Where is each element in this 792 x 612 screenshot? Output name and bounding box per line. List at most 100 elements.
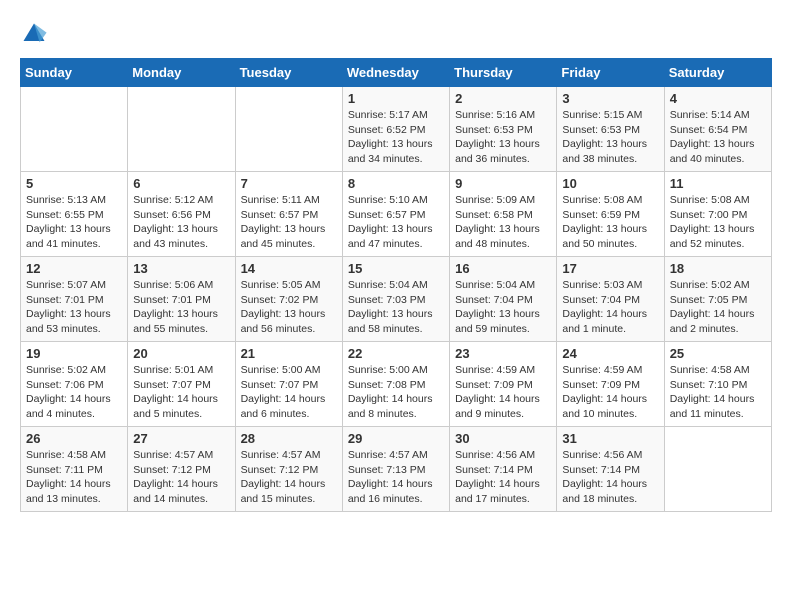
calendar-header-monday: Monday <box>128 59 235 87</box>
day-number: 1 <box>348 91 444 106</box>
day-number: 27 <box>133 431 229 446</box>
calendar-cell: 12 Sunrise: 5:07 AMSunset: 7:01 PMDayligh… <box>21 257 128 342</box>
day-number: 31 <box>562 431 658 446</box>
day-number: 3 <box>562 91 658 106</box>
calendar-cell <box>235 87 342 172</box>
logo <box>20 20 52 48</box>
calendar-cell: 7 Sunrise: 5:11 AMSunset: 6:57 PMDaylight… <box>235 172 342 257</box>
day-number: 8 <box>348 176 444 191</box>
calendar-header-row: SundayMondayTuesdayWednesdayThursdayFrid… <box>21 59 772 87</box>
day-info: Sunrise: 5:17 AMSunset: 6:52 PMDaylight:… <box>348 108 444 167</box>
day-info: Sunrise: 4:56 AMSunset: 7:14 PMDaylight:… <box>562 448 658 507</box>
day-number: 5 <box>26 176 122 191</box>
calendar-cell: 19 Sunrise: 5:02 AMSunset: 7:06 PMDayligh… <box>21 342 128 427</box>
calendar-cell: 13 Sunrise: 5:06 AMSunset: 7:01 PMDayligh… <box>128 257 235 342</box>
calendar-week-1: 1 Sunrise: 5:17 AMSunset: 6:52 PMDaylight… <box>21 87 772 172</box>
day-info: Sunrise: 5:11 AMSunset: 6:57 PMDaylight:… <box>241 193 337 252</box>
day-info: Sunrise: 4:59 AMSunset: 7:09 PMDaylight:… <box>562 363 658 422</box>
day-number: 9 <box>455 176 551 191</box>
day-info: Sunrise: 5:09 AMSunset: 6:58 PMDaylight:… <box>455 193 551 252</box>
calendar-cell: 22 Sunrise: 5:00 AMSunset: 7:08 PMDayligh… <box>342 342 449 427</box>
day-info: Sunrise: 5:10 AMSunset: 6:57 PMDaylight:… <box>348 193 444 252</box>
day-number: 28 <box>241 431 337 446</box>
day-info: Sunrise: 5:07 AMSunset: 7:01 PMDaylight:… <box>26 278 122 337</box>
calendar-cell: 25Sunrise: 4:58 AMSunset: 7:10 PMDayligh… <box>664 342 771 427</box>
calendar-cell: 15Sunrise: 5:04 AMSunset: 7:03 PMDayligh… <box>342 257 449 342</box>
page-header <box>20 20 772 48</box>
day-number: 16 <box>455 261 551 276</box>
calendar-header-saturday: Saturday <box>664 59 771 87</box>
calendar-cell: 30 Sunrise: 4:56 AMSunset: 7:14 PMDayligh… <box>450 427 557 512</box>
day-info: Sunrise: 5:14 AMSunset: 6:54 PMDaylight:… <box>670 108 766 167</box>
day-info: Sunrise: 4:57 AMSunset: 7:12 PMDaylight:… <box>241 448 337 507</box>
day-info: Sunrise: 4:56 AMSunset: 7:14 PMDaylight:… <box>455 448 551 507</box>
calendar-cell: 3 Sunrise: 5:15 AMSunset: 6:53 PMDaylight… <box>557 87 664 172</box>
calendar-cell: 21Sunrise: 5:00 AMSunset: 7:07 PMDayligh… <box>235 342 342 427</box>
calendar-header-wednesday: Wednesday <box>342 59 449 87</box>
calendar-cell <box>128 87 235 172</box>
day-number: 4 <box>670 91 766 106</box>
calendar-cell: 5 Sunrise: 5:13 AMSunset: 6:55 PMDaylight… <box>21 172 128 257</box>
day-info: Sunrise: 5:06 AMSunset: 7:01 PMDaylight:… <box>133 278 229 337</box>
calendar-cell: 8 Sunrise: 5:10 AMSunset: 6:57 PMDaylight… <box>342 172 449 257</box>
day-info: Sunrise: 5:08 AMSunset: 6:59 PMDaylight:… <box>562 193 658 252</box>
day-info: Sunrise: 5:15 AMSunset: 6:53 PMDaylight:… <box>562 108 658 167</box>
calendar-week-2: 5 Sunrise: 5:13 AMSunset: 6:55 PMDaylight… <box>21 172 772 257</box>
day-info: Sunrise: 5:02 AMSunset: 7:06 PMDaylight:… <box>26 363 122 422</box>
day-number: 6 <box>133 176 229 191</box>
calendar-cell: 1 Sunrise: 5:17 AMSunset: 6:52 PMDaylight… <box>342 87 449 172</box>
day-info: Sunrise: 5:13 AMSunset: 6:55 PMDaylight:… <box>26 193 122 252</box>
day-info: Sunrise: 5:01 AMSunset: 7:07 PMDaylight:… <box>133 363 229 422</box>
calendar-cell: 24Sunrise: 4:59 AMSunset: 7:09 PMDayligh… <box>557 342 664 427</box>
day-info: Sunrise: 5:03 AMSunset: 7:04 PMDaylight:… <box>562 278 658 337</box>
day-number: 19 <box>26 346 122 361</box>
calendar-cell: 28 Sunrise: 4:57 AMSunset: 7:12 PMDayligh… <box>235 427 342 512</box>
calendar-cell: 29Sunrise: 4:57 AMSunset: 7:13 PMDayligh… <box>342 427 449 512</box>
calendar-table: SundayMondayTuesdayWednesdayThursdayFrid… <box>20 58 772 512</box>
calendar-cell: 6Sunrise: 5:12 AMSunset: 6:56 PMDaylight… <box>128 172 235 257</box>
calendar-header-thursday: Thursday <box>450 59 557 87</box>
calendar-cell: 23 Sunrise: 4:59 AMSunset: 7:09 PMDayligh… <box>450 342 557 427</box>
calendar-header-sunday: Sunday <box>21 59 128 87</box>
calendar-header-friday: Friday <box>557 59 664 87</box>
day-number: 2 <box>455 91 551 106</box>
day-number: 7 <box>241 176 337 191</box>
logo-icon <box>20 20 48 48</box>
day-number: 13 <box>133 261 229 276</box>
calendar-cell: 20 Sunrise: 5:01 AMSunset: 7:07 PMDayligh… <box>128 342 235 427</box>
day-info: Sunrise: 4:57 AMSunset: 7:12 PMDaylight:… <box>133 448 229 507</box>
day-number: 15 <box>348 261 444 276</box>
calendar-cell: 18 Sunrise: 5:02 AMSunset: 7:05 PMDayligh… <box>664 257 771 342</box>
day-info: Sunrise: 5:16 AMSunset: 6:53 PMDaylight:… <box>455 108 551 167</box>
day-info: Sunrise: 5:08 AMSunset: 7:00 PMDaylight:… <box>670 193 766 252</box>
day-number: 20 <box>133 346 229 361</box>
day-info: Sunrise: 5:00 AMSunset: 7:07 PMDaylight:… <box>241 363 337 422</box>
calendar-cell: 10 Sunrise: 5:08 AMSunset: 6:59 PMDayligh… <box>557 172 664 257</box>
day-info: Sunrise: 4:58 AMSunset: 7:11 PMDaylight:… <box>26 448 122 507</box>
day-number: 23 <box>455 346 551 361</box>
day-number: 12 <box>26 261 122 276</box>
calendar-header-tuesday: Tuesday <box>235 59 342 87</box>
day-info: Sunrise: 5:00 AMSunset: 7:08 PMDaylight:… <box>348 363 444 422</box>
calendar-cell <box>664 427 771 512</box>
calendar-cell: 31 Sunrise: 4:56 AMSunset: 7:14 PMDayligh… <box>557 427 664 512</box>
day-number: 30 <box>455 431 551 446</box>
day-number: 29 <box>348 431 444 446</box>
day-number: 18 <box>670 261 766 276</box>
calendar-cell: 4 Sunrise: 5:14 AMSunset: 6:54 PMDaylight… <box>664 87 771 172</box>
calendar-week-3: 12 Sunrise: 5:07 AMSunset: 7:01 PMDayligh… <box>21 257 772 342</box>
calendar-cell: 14Sunrise: 5:05 AMSunset: 7:02 PMDayligh… <box>235 257 342 342</box>
day-info: Sunrise: 5:02 AMSunset: 7:05 PMDaylight:… <box>670 278 766 337</box>
day-info: Sunrise: 4:58 AMSunset: 7:10 PMDaylight:… <box>670 363 766 422</box>
calendar-week-5: 26Sunrise: 4:58 AMSunset: 7:11 PMDayligh… <box>21 427 772 512</box>
day-number: 10 <box>562 176 658 191</box>
day-number: 11 <box>670 176 766 191</box>
day-number: 22 <box>348 346 444 361</box>
day-number: 17 <box>562 261 658 276</box>
calendar-cell: 9 Sunrise: 5:09 AMSunset: 6:58 PMDaylight… <box>450 172 557 257</box>
calendar-cell: 16Sunrise: 5:04 AMSunset: 7:04 PMDayligh… <box>450 257 557 342</box>
calendar-week-4: 19 Sunrise: 5:02 AMSunset: 7:06 PMDayligh… <box>21 342 772 427</box>
calendar-cell: 11 Sunrise: 5:08 AMSunset: 7:00 PMDayligh… <box>664 172 771 257</box>
calendar-cell: 17 Sunrise: 5:03 AMSunset: 7:04 PMDayligh… <box>557 257 664 342</box>
day-info: Sunrise: 4:59 AMSunset: 7:09 PMDaylight:… <box>455 363 551 422</box>
